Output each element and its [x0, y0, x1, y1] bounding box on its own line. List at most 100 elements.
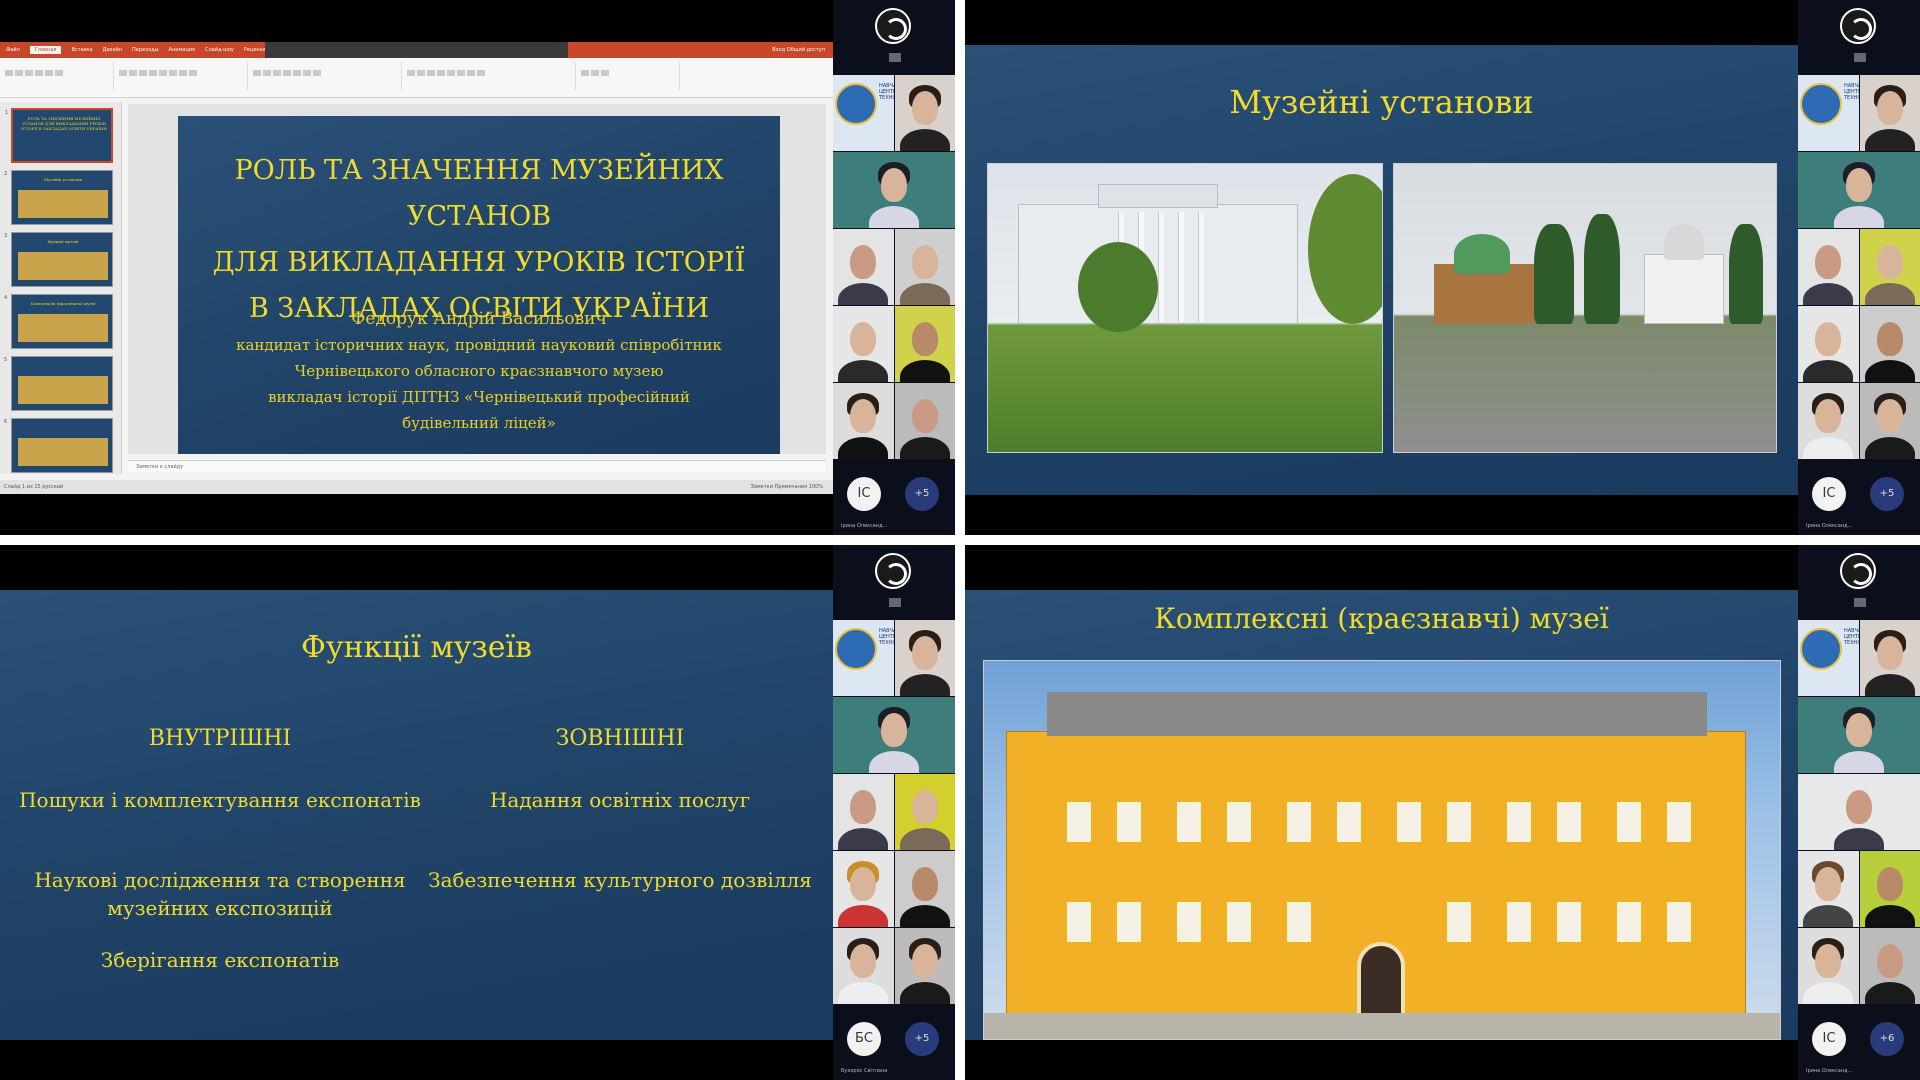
obs-logo-icon	[1840, 553, 1876, 589]
participant-tile[interactable]	[1798, 697, 1920, 773]
camera-off-icon[interactable]	[889, 598, 901, 607]
participant-tile[interactable]	[894, 383, 955, 459]
slide-thumbnail-title: Функції музеїв	[47, 239, 79, 244]
participant-tile[interactable]	[833, 229, 894, 305]
camera-off-icon[interactable]	[889, 53, 901, 62]
participant-tile[interactable]	[833, 383, 894, 459]
slide-thumbnail[interactable]: 6	[4, 418, 113, 473]
ribbon-group-paragraph[interactable]	[252, 62, 402, 90]
museum-photo	[983, 660, 1781, 1040]
participant-tiles: НАВЧАЛЬНО-МЕТОДИЧНИЙ ЦЕНТР ПРОФЕСІЙНО-ТЕ…	[833, 75, 955, 460]
avatar-caption: Ірина Олександ...	[1806, 523, 1853, 529]
participant-tile[interactable]	[894, 229, 955, 305]
ribbon-group-drawing[interactable]	[406, 62, 576, 90]
participant-tile[interactable]	[833, 928, 894, 1004]
participant-tile[interactable]	[1859, 851, 1920, 927]
participant-tile-institution[interactable]: НАВЧАЛЬНО-МЕТОДИЧНИЙ ЦЕНТР ПРОФЕСІЙНО-ТЕ…	[833, 75, 894, 151]
zoom-level[interactable]: Заметки Примечания 100%	[751, 480, 823, 494]
participant-tile-institution[interactable]: НАВЧАЛЬНО-МЕТОДИЧНИЙ ЦЕНТР ПРОФЕСІЙНО-ТЕ…	[1798, 75, 1859, 151]
avatar-caption: Ірина Олександ...	[1806, 1068, 1853, 1074]
slide-author: Федорук Андрій Васильович	[351, 309, 607, 329]
ribbon-tab[interactable]: Переходы	[132, 46, 159, 54]
participant-tile[interactable]	[1798, 928, 1859, 1004]
participant-tile[interactable]	[1798, 229, 1859, 305]
avatar-caption: Ірина Олександ...	[841, 523, 888, 529]
slide-editing-area[interactable]: Роль та значення музейних установ для ви…	[128, 104, 826, 454]
slide-number: 2	[4, 171, 8, 177]
ribbon-tab[interactable]: Главная	[29, 46, 62, 54]
participant-tile[interactable]	[833, 152, 955, 228]
more-participants-button[interactable]: +5	[1870, 477, 1904, 511]
participant-tile[interactable]	[1798, 774, 1920, 850]
slide-info-4: будівельний ліцей»	[402, 414, 556, 432]
slide-thumbnail[interactable]: 5	[4, 356, 113, 411]
pavement	[984, 1013, 1780, 1039]
participant-tile[interactable]	[1859, 229, 1920, 305]
slide-thumbnail[interactable]: 4 Комплексні (краєзнавчі) музеї	[4, 294, 113, 349]
slide: Функції музеїв ВНУТРІШНІ ЗОВНІШНІ Пошуки…	[0, 590, 833, 1040]
participant-tile[interactable]	[894, 774, 955, 850]
participant-tile[interactable]	[833, 851, 894, 927]
more-participants-button[interactable]: +5	[905, 477, 939, 511]
ribbon-group-clipboard[interactable]	[4, 62, 114, 90]
participant-tile[interactable]	[833, 306, 894, 382]
more-participants-button[interactable]: +6	[1870, 1022, 1904, 1056]
ribbon-group-editing[interactable]	[580, 62, 680, 90]
slide-title-line-2: для викладання уроків історії	[212, 247, 746, 278]
slide-thumbnail[interactable]: 1 РОЛЬ ТА ЗНАЧЕННЯ МУЗЕЙНИХ УСТАНОВ ДЛЯ В…	[5, 108, 113, 163]
slide-thumbnail-title: Музейні установи	[43, 177, 83, 182]
avatar[interactable]: ІС	[847, 477, 881, 511]
slide-thumbnail-image	[18, 438, 108, 466]
slide-title: Роль та значення музейних установ для ви…	[178, 148, 780, 332]
participant-tile[interactable]	[1798, 383, 1859, 459]
obs-logo-icon	[1840, 8, 1876, 44]
ribbon-toolbar	[0, 58, 833, 98]
participant-tile[interactable]	[833, 774, 894, 850]
camera-off-icon[interactable]	[1854, 53, 1866, 62]
avatar[interactable]: БС	[847, 1022, 881, 1056]
participant-tile[interactable]	[894, 620, 955, 696]
obs-logo-icon	[875, 8, 911, 44]
participant-tile[interactable]	[894, 928, 955, 1004]
camera-off-icon[interactable]	[1854, 598, 1866, 607]
participant-tile[interactable]	[1859, 306, 1920, 382]
participant-tile-institution[interactable]: НАВЧАЛЬНО-МЕТОДИЧНИЙ ЦЕНТР ПРОФЕСІЙНО-ТЕ…	[1798, 620, 1859, 696]
share-button[interactable]: Вход Общий доступ	[772, 46, 825, 54]
view-buttons[interactable]: Заметки Примечания	[751, 484, 807, 490]
ribbon-group-font[interactable]	[118, 62, 248, 90]
current-slide[interactable]: Роль та значення музейних установ для ви…	[178, 116, 780, 454]
slide-thumbnails-pane[interactable]: 1 РОЛЬ ТА ЗНАЧЕННЯ МУЗЕЙНИХ УСТАНОВ ДЛЯ В…	[0, 102, 122, 474]
avatar[interactable]: ІС	[1812, 1022, 1846, 1056]
function-item: Надання освітніх послуг	[489, 788, 751, 812]
zoom-percent[interactable]: 100%	[809, 484, 823, 490]
participant-tile[interactable]	[894, 306, 955, 382]
slide-thumbnail[interactable]: 2 Музейні установи	[4, 170, 113, 225]
participant-tile[interactable]	[1859, 75, 1920, 151]
participant-tile[interactable]	[1859, 383, 1920, 459]
participant-tile[interactable]	[894, 851, 955, 927]
participant-overflow: ІС +6	[1798, 1022, 1920, 1062]
participant-tile[interactable]	[1859, 620, 1920, 696]
slide-info-3: викладач історії ДПТНЗ «Чернівецький про…	[268, 388, 690, 406]
more-participants-button[interactable]: +5	[905, 1022, 939, 1056]
participant-tile[interactable]	[1798, 851, 1859, 927]
ribbon-tab[interactable]: Вставка	[71, 46, 92, 54]
notes-field[interactable]: Заметки к слайду	[128, 460, 826, 472]
ribbon-tab[interactable]: Слайд-шоу	[205, 46, 234, 54]
slide-thumbnail[interactable]: 3 Функції музеїв	[4, 232, 113, 287]
participant-tile[interactable]	[833, 697, 955, 773]
column-heading-internal: ВНУТРІШНІ	[148, 726, 292, 751]
participant-tile[interactable]	[1859, 928, 1920, 1004]
participant-tile-institution[interactable]: НАВЧАЛЬНО-МЕТОДИЧНИЙ ЦЕНТР ПРОФЕСІЙНО-ТЕ…	[833, 620, 894, 696]
function-item: Пошуки і комплектування експонатів	[19, 788, 421, 812]
avatar[interactable]: ІС	[1812, 477, 1846, 511]
ribbon-tab[interactable]: Анимация	[169, 46, 195, 54]
participant-tile[interactable]	[894, 75, 955, 151]
screen-share-slide-museums: Музейні установи НАВЧАЛЬНО-МЕТОД	[965, 0, 1920, 535]
slide: Комплексні (краєзнавчі) музеї	[965, 590, 1798, 1040]
participant-tile[interactable]	[1798, 306, 1859, 382]
ribbon-tab[interactable]: Дизайн	[103, 46, 122, 54]
ribbon-tab[interactable]: Файл	[6, 46, 20, 54]
participant-tile[interactable]	[1798, 152, 1920, 228]
participants-sidebar: НАВЧАЛЬНО-МЕТОДИЧНИЙ ЦЕНТР ПРОФЕСІЙНО-ТЕ…	[1798, 545, 1920, 1080]
